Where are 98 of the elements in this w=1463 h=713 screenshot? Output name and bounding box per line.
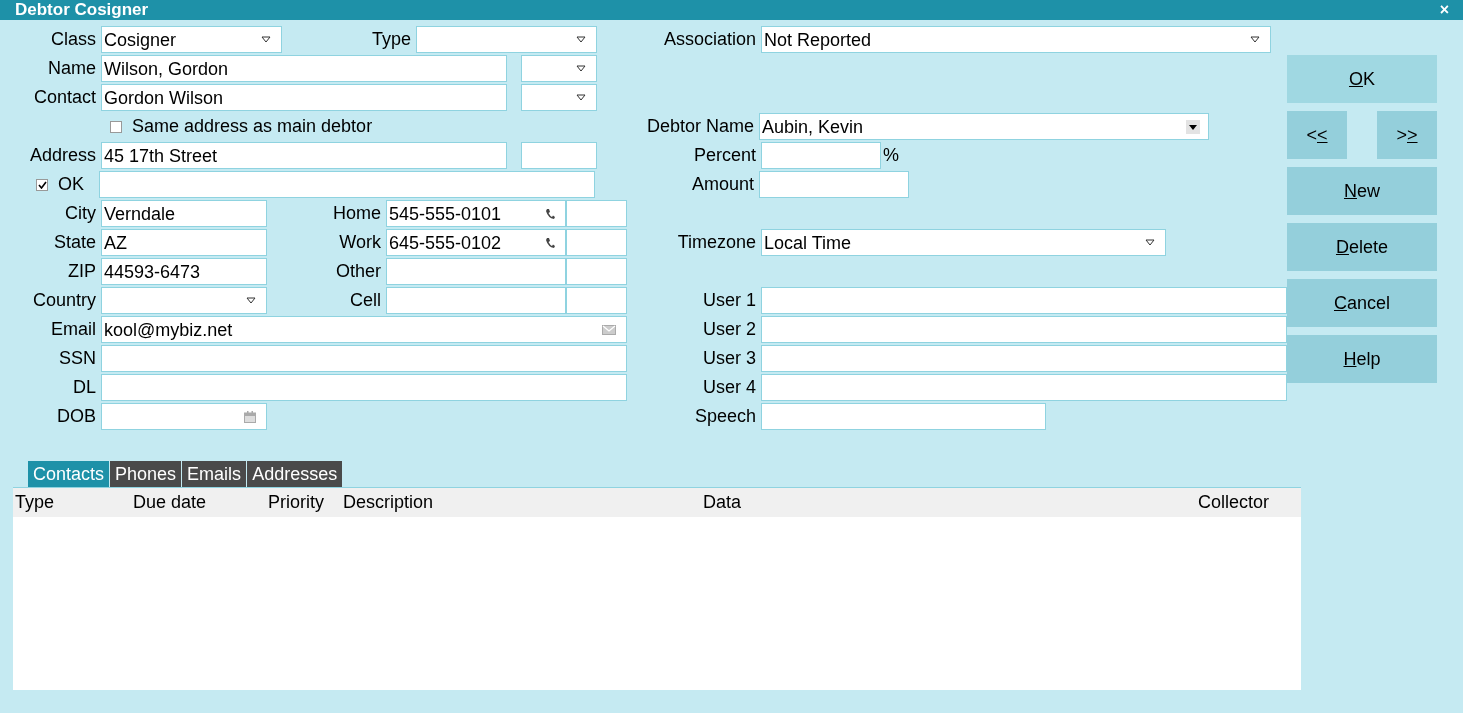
column-header[interactable]: Collector [1196, 489, 1301, 516]
text-field[interactable] [761, 374, 1287, 401]
phone-field[interactable]: 645-555-0102 [386, 229, 566, 256]
phone-icon [545, 237, 555, 248]
text-field[interactable] [99, 171, 595, 198]
field-label: Amount [690, 173, 754, 196]
field-label: City [64, 202, 96, 225]
close-button[interactable]: × [1439, 0, 1449, 20]
checkbox-label[interactable]: OK [58, 171, 84, 198]
field-label: Cell [349, 289, 381, 312]
dialog-button[interactable]: Help [1287, 335, 1437, 383]
envelope-icon [602, 324, 616, 335]
field-label: User 3 [702, 347, 756, 370]
field-label: Timezone [676, 231, 756, 254]
text-field[interactable] [386, 287, 566, 314]
dropdown-arrow-icon [1250, 36, 1260, 43]
dropdown-arrow-icon [246, 297, 256, 304]
field-label: Country [31, 289, 96, 312]
dialog-button[interactable]: << [1287, 111, 1347, 159]
dropdown-arrow-icon [576, 36, 586, 43]
checkbox[interactable] [36, 178, 48, 191]
text-field[interactable]: AZ [101, 229, 267, 256]
column-header[interactable]: Data [701, 489, 1196, 516]
field-label: Contact [32, 86, 96, 109]
text-field[interactable] [566, 229, 627, 256]
text-field[interactable] [566, 287, 627, 314]
dialog-button[interactable]: New [1287, 167, 1437, 215]
text-field[interactable] [101, 374, 627, 401]
field-label: Percent [692, 144, 756, 167]
dropdown-arrow-icon [1145, 239, 1155, 246]
text-field[interactable] [566, 258, 627, 285]
field-label: Class [50, 28, 96, 51]
dropdown[interactable]: Not Reported [761, 26, 1271, 53]
phone-field[interactable]: 545-555-0101 [386, 200, 566, 227]
text-field[interactable] [101, 345, 627, 372]
field-label: Home [332, 202, 381, 225]
field-label: ZIP [67, 260, 96, 283]
field-label: State [52, 231, 96, 254]
dropdown-arrow-icon [576, 94, 586, 101]
checkbox-label[interactable]: Same address as main debtor [132, 113, 373, 140]
text-field[interactable]: Gordon Wilson [101, 84, 507, 111]
field-label: DOB [56, 405, 96, 428]
text-field[interactable] [761, 287, 1287, 314]
field-label: User 2 [702, 318, 756, 341]
email-field[interactable]: kool@mybiz.net [101, 316, 627, 343]
dialog-button[interactable]: >> [1377, 111, 1437, 159]
text-field[interactable] [761, 142, 881, 169]
dropdown[interactable]: Aubin, Kevin [759, 113, 1209, 140]
checkbox[interactable] [110, 120, 122, 133]
field-label: Address [28, 144, 96, 167]
calendar-icon [244, 410, 256, 423]
text-field[interactable] [761, 316, 1287, 343]
date-field[interactable] [101, 403, 267, 430]
dropdown-arrow-icon [261, 36, 271, 43]
dialog-button[interactable]: Delete [1287, 223, 1437, 271]
column-header[interactable]: Type [13, 489, 131, 516]
text-field[interactable]: Verndale [101, 200, 267, 227]
field-label: User 4 [702, 376, 756, 399]
dropdown[interactable]: Local Time [761, 229, 1166, 256]
column-header[interactable]: Priority [266, 489, 341, 516]
text-field[interactable]: 44593-6473 [101, 258, 267, 285]
field-label: Debtor Name [645, 115, 754, 138]
field-label: Work [338, 231, 381, 254]
tab[interactable]: Phones [110, 461, 182, 487]
field-label: Email [50, 318, 96, 341]
field-label: Type [370, 28, 411, 51]
text-field[interactable]: 45 17th Street [101, 142, 507, 169]
field-label: Speech [693, 405, 756, 428]
percent-sign: % [883, 144, 899, 167]
text-field[interactable] [761, 403, 1046, 430]
tab[interactable]: Contacts [28, 461, 110, 487]
text-field[interactable] [521, 142, 597, 169]
dropdown[interactable] [416, 26, 597, 53]
text-field[interactable] [566, 200, 627, 227]
dropdown-arrow-icon [576, 65, 586, 72]
field-label: SSN [58, 347, 96, 370]
field-label: DL [72, 376, 96, 399]
window-title: Debtor Cosigner [15, 0, 149, 20]
field-label: Association [662, 28, 756, 51]
dialog-button[interactable]: Cancel [1287, 279, 1437, 327]
text-field[interactable] [386, 258, 566, 285]
field-label: Other [334, 260, 381, 283]
check-icon [37, 180, 47, 189]
text-field[interactable]: Wilson, Gordon [101, 55, 507, 82]
dropdown[interactable] [521, 55, 597, 82]
field-label: Name [47, 57, 96, 80]
column-header[interactable]: Description [341, 489, 701, 516]
text-field[interactable] [759, 171, 909, 198]
tab[interactable]: Addresses [247, 461, 343, 487]
phone-icon [545, 208, 555, 219]
field-label: User 1 [702, 289, 756, 312]
column-header[interactable]: Due date [131, 489, 266, 516]
tab[interactable]: Emails [182, 461, 247, 487]
dialog-button[interactable]: OK [1287, 55, 1437, 103]
dropdown[interactable] [521, 84, 597, 111]
dropdown[interactable]: Cosigner [101, 26, 282, 53]
dropdown[interactable] [101, 287, 267, 314]
text-field[interactable] [761, 345, 1287, 372]
